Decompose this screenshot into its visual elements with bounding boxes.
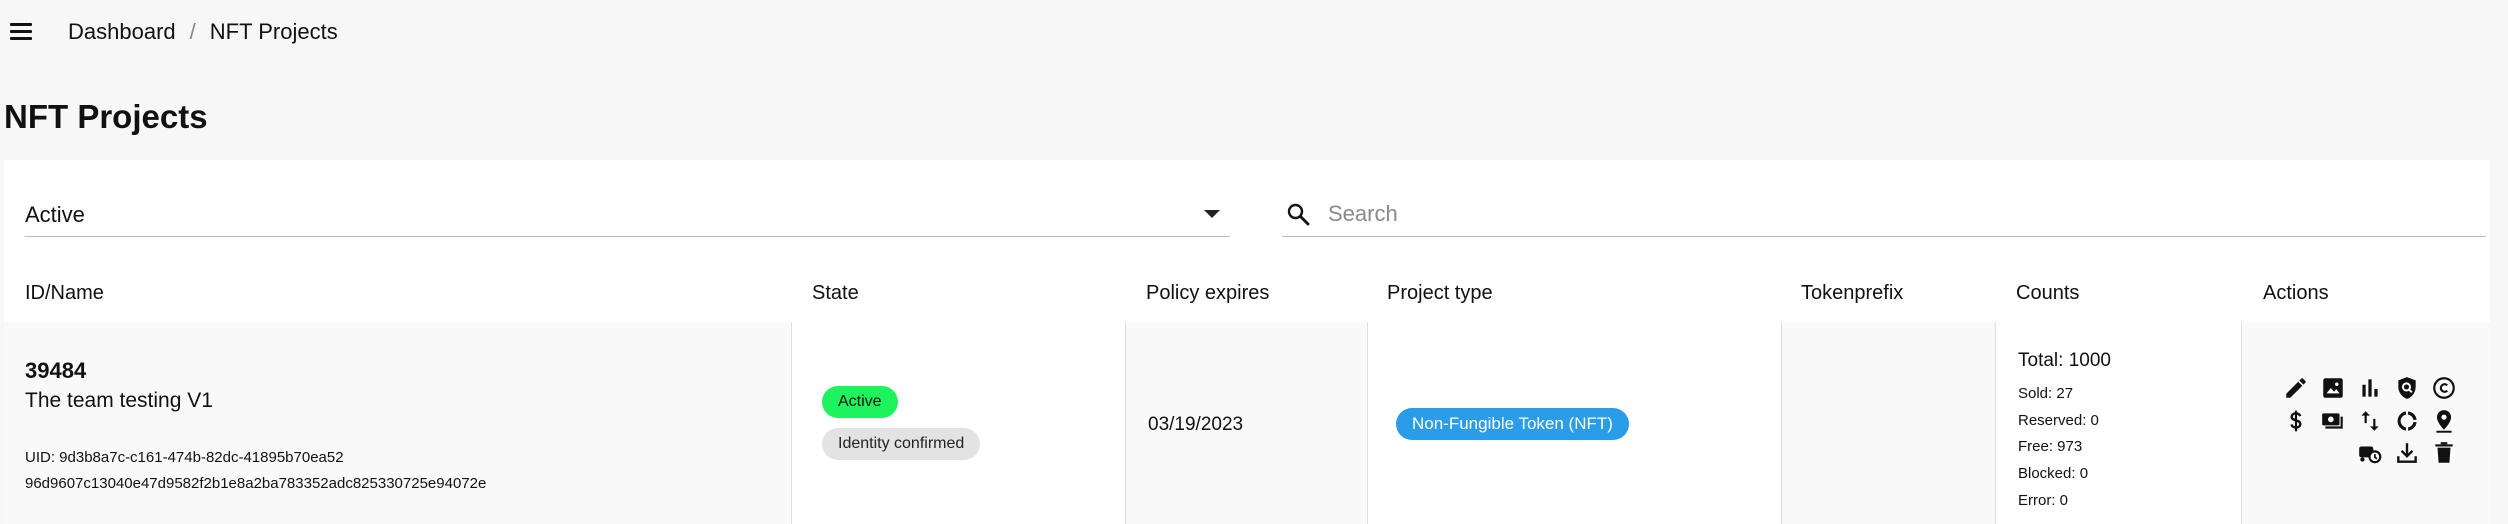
cell-project-type: Non-Fungible Token (NFT) <box>1368 322 1782 524</box>
count-blocked: Blocked: 0 <box>2018 465 2089 482</box>
header-tokenprefix[interactable]: Tokenprefix <box>1801 282 1903 305</box>
status-badge-identity: Identity confirmed <box>822 428 981 460</box>
delete-icon[interactable] <box>2431 440 2457 466</box>
search-input[interactable] <box>1326 198 2470 230</box>
copyright-icon[interactable] <box>2431 375 2457 401</box>
search-icon <box>1286 202 1310 226</box>
project-policy-hash: 96d9607c13040e47d9582f2b1e8a2ba783352adc… <box>25 475 487 492</box>
header-project-type[interactable]: Project type <box>1387 282 1493 305</box>
policy-expires-date: 03/19/2023 <box>1148 414 1244 435</box>
cell-policy-expires: 03/19/2023 <box>1126 322 1368 524</box>
breadcrumb-current: NFT Projects <box>209 19 338 44</box>
header-policy-expires[interactable]: Policy expires <box>1146 282 1269 305</box>
cell-actions <box>2242 322 2490 524</box>
projects-card: Active ID/Name State Policy expires Proj… <box>4 160 2490 524</box>
header-state[interactable]: State <box>812 282 859 305</box>
project-id: 39484 <box>25 358 87 383</box>
breadcrumb-dashboard-link[interactable]: Dashboard <box>68 19 176 45</box>
filter-bar: Active <box>4 160 2490 250</box>
count-reserved: Reserved: 0 <box>2018 412 2099 429</box>
policy-shield-icon[interactable] <box>2394 375 2420 401</box>
project-uid: UID: 9d3b8a7c-c161-474b-82dc-41895b70ea5… <box>25 449 344 466</box>
top-bar: Dashboard / NFT Projects <box>0 0 2508 64</box>
header-actions: Actions <box>2263 282 2329 304</box>
count-free: Free: 973 <box>2018 438 2083 455</box>
header-id-name[interactable]: ID/Name <box>25 282 104 305</box>
cell-id-name: 39484 The team testing V1 UID: 9d3b8a7c-… <box>4 322 792 524</box>
count-error: Error: 0 <box>2018 492 2069 509</box>
state-filter-value: Active <box>25 202 85 227</box>
state-filter-select[interactable]: Active <box>25 190 1230 237</box>
actions-grid <box>2242 322 2490 524</box>
table-row[interactable]: 39484 The team testing V1 UID: 9d3b8a7c-… <box>4 322 2490 524</box>
cell-counts: Total: 1000 Sold: 27 Reserved: 0 Free: 9… <box>1996 322 2242 524</box>
donut-icon[interactable] <box>2394 408 2420 434</box>
caret-down-icon <box>1204 210 1220 218</box>
cell-state: Active Identity confirmed <box>792 322 1126 524</box>
download-icon[interactable] <box>2394 440 2420 466</box>
search-field <box>1282 190 2486 237</box>
no-transfer-icon[interactable] <box>2357 440 2383 466</box>
image-icon[interactable] <box>2320 375 2346 401</box>
dollar-icon[interactable] <box>2283 408 2309 434</box>
edit-icon[interactable] <box>2283 375 2309 401</box>
count-total: Total: 1000 <box>2018 350 2111 371</box>
status-badge-active: Active <box>822 386 898 418</box>
menu-icon[interactable] <box>6 20 36 44</box>
header-counts[interactable]: Counts <box>2016 282 2079 305</box>
swap-vert-icon[interactable] <box>2357 408 2383 434</box>
bar-chart-icon[interactable] <box>2357 375 2383 401</box>
project-type-badge: Non-Fungible Token (NFT) <box>1396 408 1629 440</box>
breadcrumb-separator: / <box>189 19 196 44</box>
payments-icon[interactable] <box>2320 408 2346 434</box>
location-pin-icon[interactable] <box>2431 408 2457 434</box>
count-sold: Sold: 27 <box>2018 385 2074 402</box>
cell-tokenprefix <box>1782 322 1996 524</box>
table-header: ID/Name State Policy expires Project typ… <box>4 260 2490 323</box>
breadcrumb: Dashboard / NFT Projects <box>68 19 338 45</box>
project-name: The team testing V1 <box>25 389 213 412</box>
page-title: NFT Projects <box>4 98 208 135</box>
